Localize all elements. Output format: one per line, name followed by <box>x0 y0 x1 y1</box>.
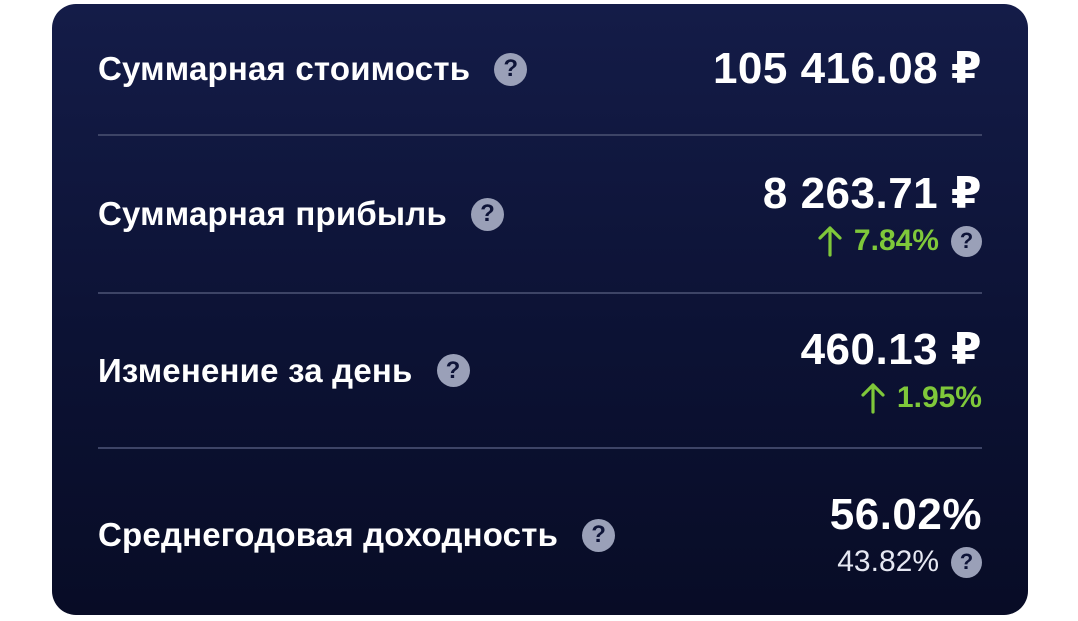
row-value-group: 8 263.71 ₽ 7.84% ? <box>762 168 982 258</box>
annual-yield-secondary-group: 43.82% ? <box>837 545 982 579</box>
annual-yield-secondary: 43.82% <box>837 545 939 579</box>
question-circle-icon[interactable]: ? <box>582 518 616 552</box>
arrow-up-icon <box>818 225 842 257</box>
total-profit-change: 7.84% ? <box>818 224 982 258</box>
row-label-group: Изменение за день ? <box>98 352 470 390</box>
total-profit-percent: 7.84% <box>853 224 939 258</box>
question-circle-icon[interactable]: ? <box>436 354 470 387</box>
day-change-label: Изменение за день <box>98 351 413 389</box>
summary-row-total-value: Суммарная стоимость ? 105 416.08 ₽ <box>98 4 982 134</box>
summary-row-total-profit: Суммарная прибыль ? 8 263.71 ₽ 7.84% ? <box>98 136 982 292</box>
summary-row-day-change: Изменение за день ? 460.13 ₽ 1.95% <box>98 294 982 447</box>
arrow-up-icon <box>861 382 885 414</box>
row-value-group: 460.13 ₽ 1.95% <box>800 325 982 415</box>
question-circle-icon[interactable]: ? <box>470 197 504 231</box>
portfolio-summary-card: Суммарная стоимость ? 105 416.08 ₽ Сумма… <box>52 4 1028 615</box>
row-label-group: Суммарная прибыль ? <box>98 195 504 233</box>
row-value-group: 105 416.08 ₽ <box>712 43 982 93</box>
row-label-group: Суммарная стоимость ? <box>98 50 528 88</box>
total-value-label: Суммарная стоимость <box>98 50 471 87</box>
annual-yield-value: 56.02% <box>829 489 982 539</box>
day-change-percent: 1.95% <box>896 380 982 414</box>
total-profit-amount: 8 263.71 ₽ <box>762 168 982 218</box>
total-profit-label: Суммарная прибыль <box>98 195 447 232</box>
question-circle-icon[interactable]: ? <box>951 225 982 257</box>
annual-yield-label: Среднегодовая доходность <box>98 516 559 553</box>
summary-row-annual-yield: Среднегодовая доходность ? 56.02% 43.82%… <box>98 449 982 621</box>
question-circle-icon[interactable]: ? <box>494 52 528 86</box>
row-value-group: 56.02% 43.82% ? <box>829 489 982 579</box>
day-change-percent-group: 1.95% <box>861 381 982 415</box>
day-change-amount: 460.13 ₽ <box>800 325 982 375</box>
row-label-group: Среднегодовая доходность ? <box>98 516 616 554</box>
total-value-amount: 105 416.08 ₽ <box>712 43 982 93</box>
question-circle-icon[interactable]: ? <box>951 546 982 578</box>
